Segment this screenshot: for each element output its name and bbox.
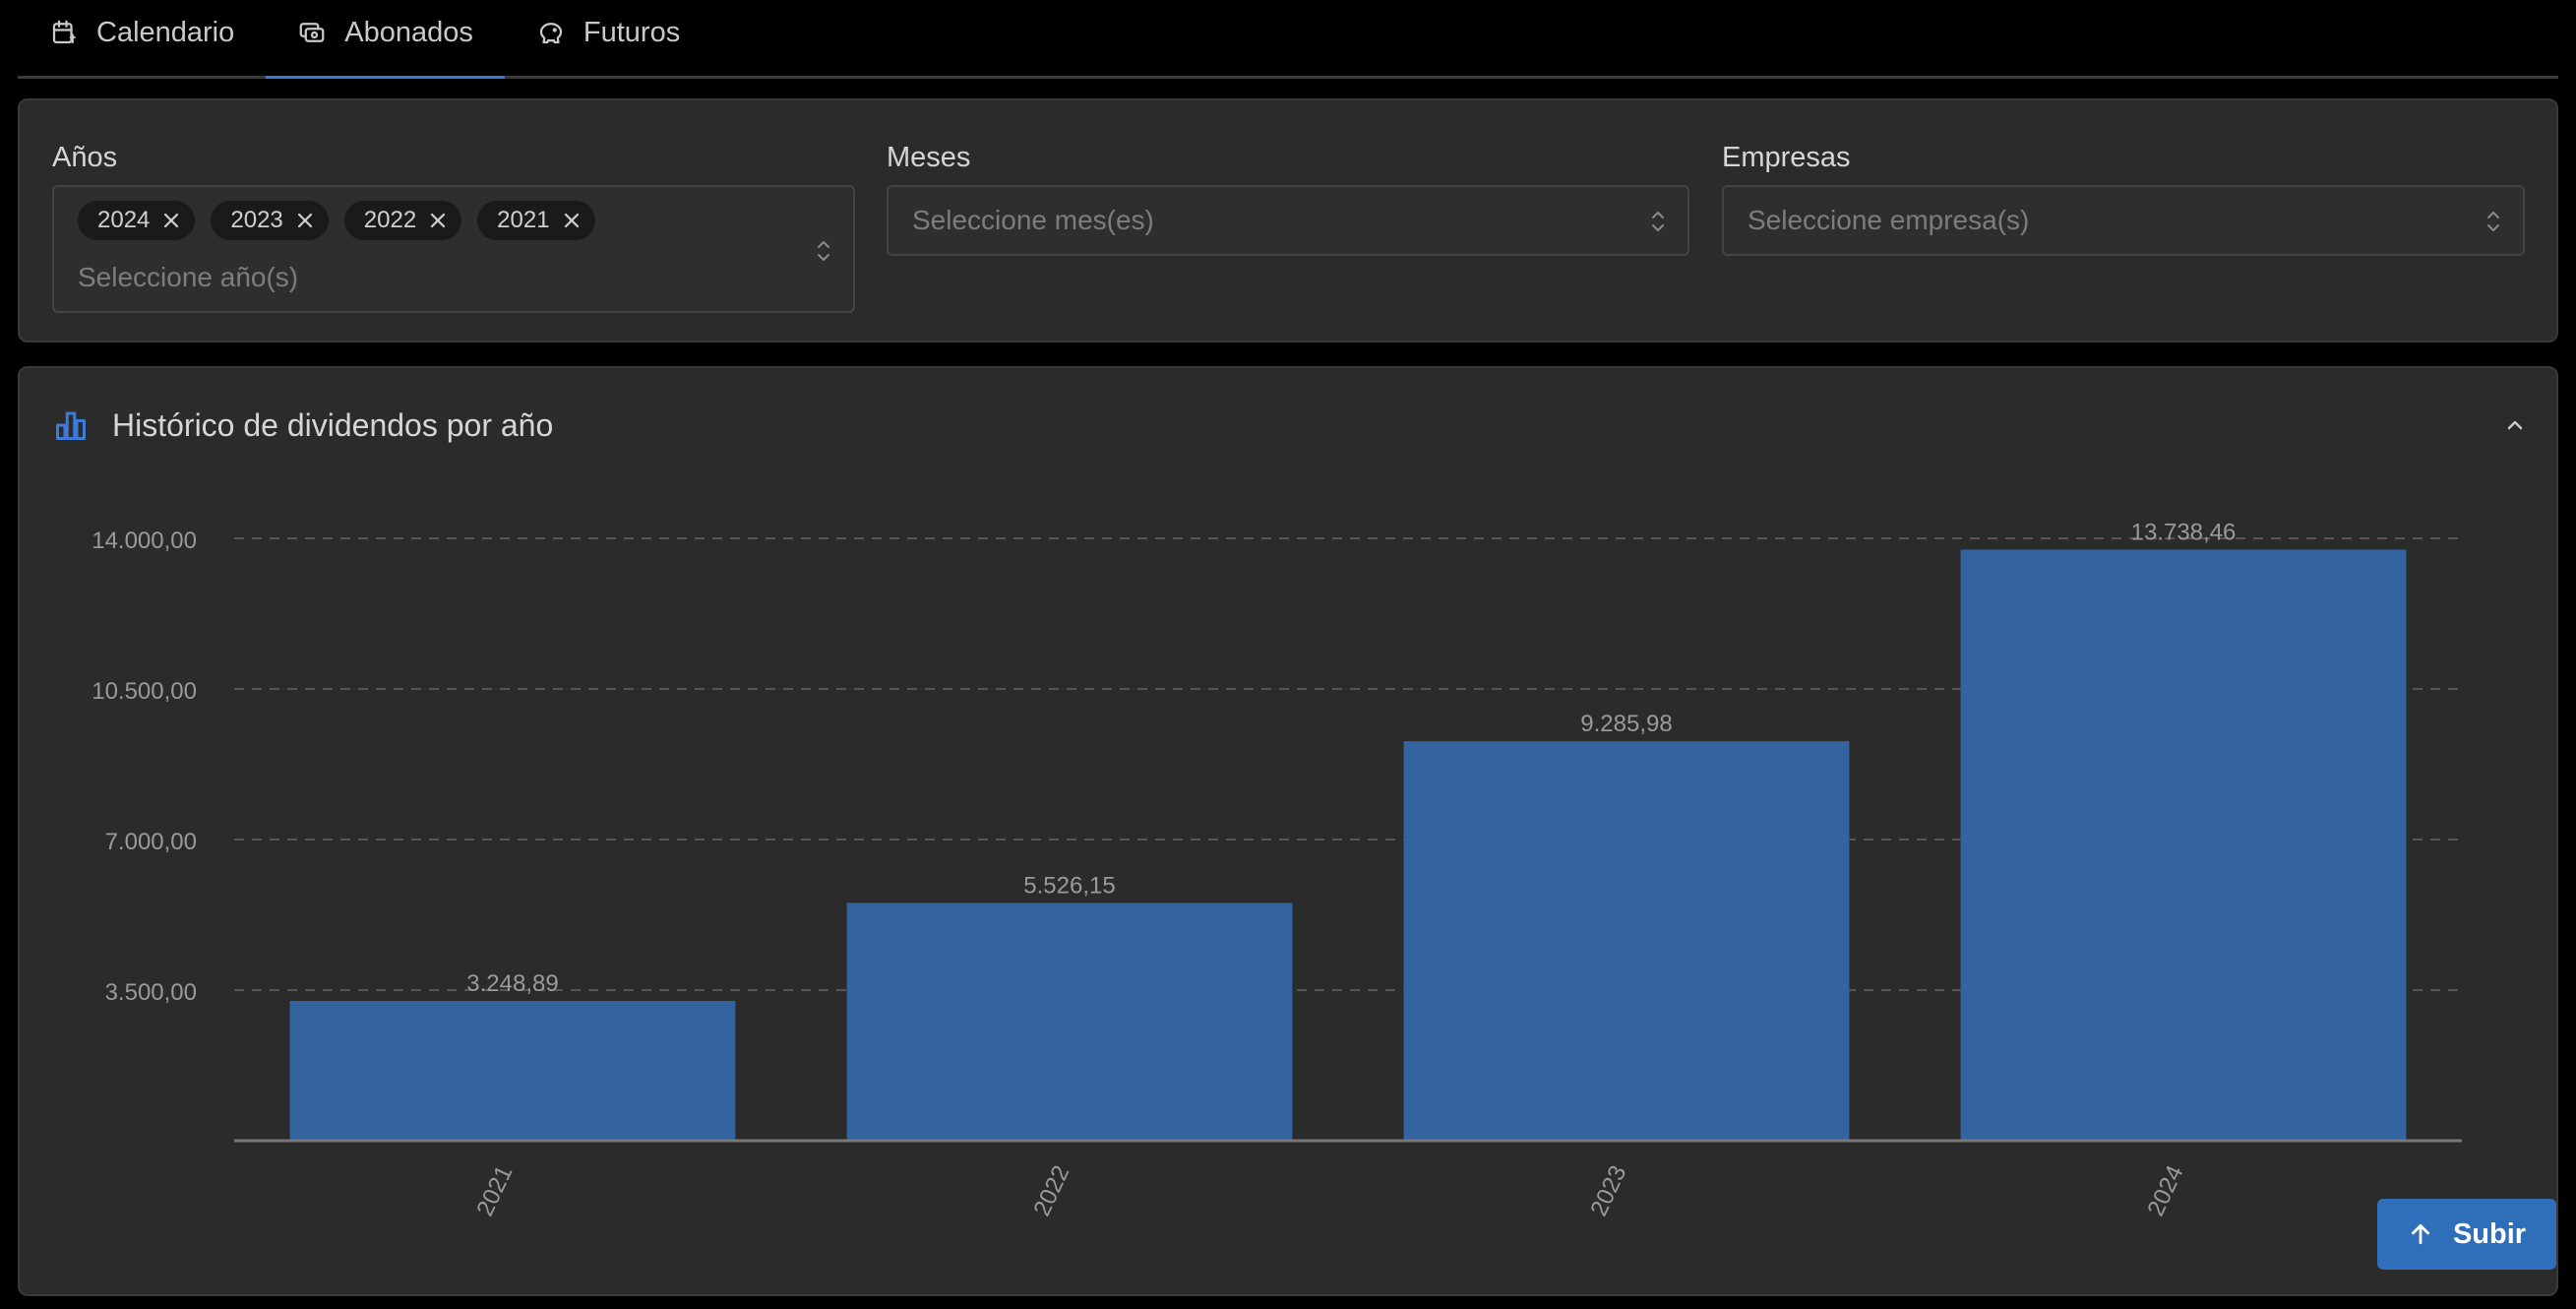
year-chip: 2024 <box>78 201 196 240</box>
close-icon[interactable] <box>161 211 181 230</box>
bar <box>289 1000 736 1141</box>
year-chip: 2021 <box>477 201 595 240</box>
y-tick-label: 7.000,00 <box>105 829 197 855</box>
x-tick-label: 2024 <box>2142 1161 2188 1220</box>
chevron-up-down-icon <box>818 241 829 261</box>
dividends-chart-card: Histórico de dividendos por año 3.500,00… <box>18 366 2558 1296</box>
filter-panel: Años 2024 2023 2022 2021 Seleccione año(… <box>18 98 2558 343</box>
bar <box>1403 741 1850 1141</box>
piggy-bank-icon <box>539 23 563 44</box>
months-filter: Meses Seleccione mes(es) <box>887 140 1689 256</box>
years-select[interactable]: 2024 2023 2022 2021 Seleccione año(s) <box>52 185 855 313</box>
months-placeholder: Seleccione mes(es) <box>912 205 1154 235</box>
chip-label: 2023 <box>230 207 283 233</box>
scroll-top-button[interactable]: Subir <box>2377 1199 2556 1270</box>
tab-bar: Calendario Abonados Futuros <box>18 0 2558 79</box>
chip-label: 2021 <box>497 207 550 233</box>
bar <box>1960 549 2407 1141</box>
year-chip: 2023 <box>211 201 329 240</box>
chip-label: 2022 <box>363 207 417 233</box>
bar-chart: 3.500,00 7.000,00 10.500,00 14.000,00 3.248,… <box>92 519 2462 1220</box>
arrow-up-icon <box>2411 1223 2429 1245</box>
tab-futuros[interactable]: Futuros <box>505 0 711 76</box>
data-label: 9.285,98 <box>1580 711 1672 737</box>
close-icon[interactable] <box>562 211 582 230</box>
tab-label: Futuros <box>583 16 681 48</box>
years-chips: 2024 2023 2022 2021 <box>54 187 853 240</box>
data-label: 5.526,15 <box>1023 872 1115 899</box>
tab-calendario[interactable]: Calendario <box>18 0 266 76</box>
calendar-icon <box>52 20 76 44</box>
scroll-top-label: Subir <box>2452 1217 2527 1250</box>
bar <box>846 903 1293 1141</box>
companies-placeholder: Seleccione empresa(s) <box>1748 205 2030 235</box>
year-chip: 2022 <box>343 201 462 240</box>
x-tick-label: 2023 <box>1585 1161 1631 1220</box>
tab-label: Calendario <box>96 16 235 48</box>
tab-abonados[interactable]: Abonados <box>266 0 505 79</box>
chevron-up-down-icon <box>1652 212 1664 231</box>
years-placeholder: Seleccione año(s) <box>78 262 299 292</box>
y-tick-label: 3.500,00 <box>105 979 197 1006</box>
tab-label: Abonados <box>344 16 473 48</box>
chip-label: 2024 <box>97 207 151 233</box>
chevron-up-down-icon <box>2487 212 2499 231</box>
companies-label: Empresas <box>1722 142 1851 173</box>
close-icon[interactable] <box>295 211 315 230</box>
months-label: Meses <box>887 142 971 173</box>
years-filter: Años 2024 2023 2022 2021 Seleccione año(… <box>52 140 855 313</box>
companies-select[interactable]: Seleccione empresa(s) <box>1722 185 2525 256</box>
money-icon <box>299 23 325 42</box>
years-label: Años <box>52 142 118 173</box>
close-icon[interactable] <box>428 211 448 230</box>
companies-filter: Empresas Seleccione empresa(s) <box>1722 140 2525 256</box>
months-select[interactable]: Seleccione mes(es) <box>887 185 1689 256</box>
data-label: 3.248,89 <box>466 970 558 997</box>
y-tick-label: 14.000,00 <box>92 528 197 554</box>
y-tick-label: 10.500,00 <box>92 678 197 705</box>
data-label: 13.738,46 <box>2131 519 2237 545</box>
x-tick-label: 2022 <box>1028 1161 1074 1220</box>
x-tick-label: 2021 <box>471 1161 518 1220</box>
